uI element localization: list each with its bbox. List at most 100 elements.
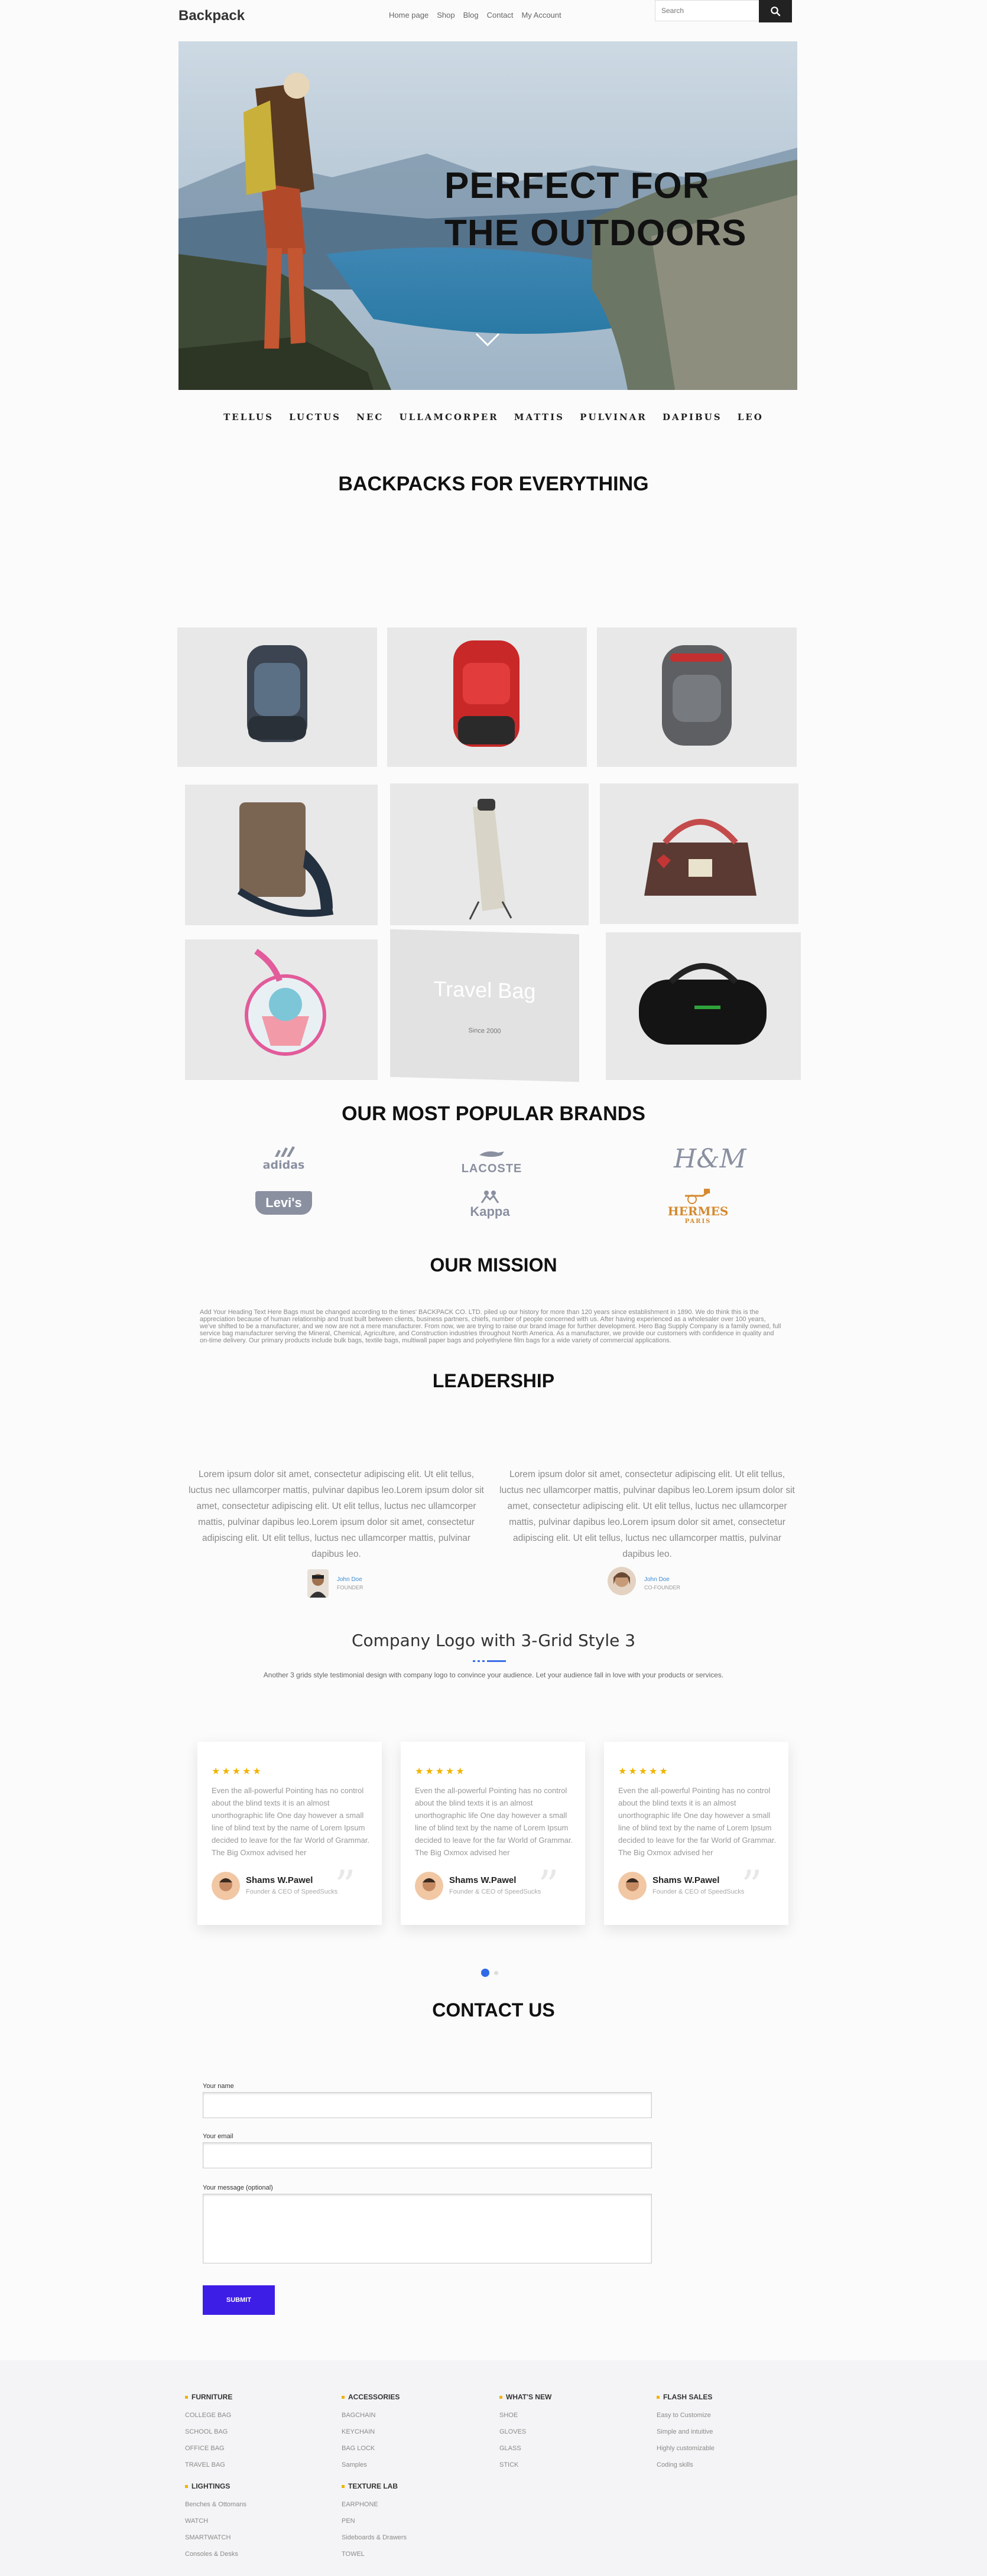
site-logo[interactable]: Backpack [178,8,245,24]
footer-link[interactable]: OFFICE BAG [185,2440,232,2457]
levis-logo[interactable]: Levi's [255,1191,312,1215]
search-icon [771,6,781,17]
adidas-logo[interactable]: adidas [254,1146,313,1172]
nav-home[interactable]: Home page [389,11,428,19]
footer-link[interactable]: PEN [342,2513,407,2529]
nav-blog[interactable]: Blog [463,11,479,19]
leader-2-portrait [608,1567,636,1595]
chevron-down-icon[interactable] [475,332,501,347]
product-tile-golf-bag[interactable] [390,783,589,925]
carousel-dot-active[interactable] [481,1969,489,1977]
footer-heading: ACCESSORIES [342,2393,400,2401]
footer-col-texture-lab: TEXTURE LAB EARPHONE PEN Sideboards & Dr… [342,2482,407,2562]
leader-1-name[interactable]: John Doe [337,1576,362,1583]
footer-link[interactable]: TRAVEL BAG [185,2457,232,2473]
leader-1-text: Lorem ipsum dolor sit amet, consectetur … [189,1469,484,1559]
testimonial-card-1: ★★★★★ Even the all-powerful Pointing has… [197,1742,382,1925]
footer-link[interactable]: Consoles & Desks [185,2546,246,2562]
footer-link[interactable]: EARPHONE [342,2496,407,2513]
messenger-bag-image [237,802,334,917]
message-field[interactable] [203,2194,652,2263]
testimonial-text: Even the all-powerful Pointing has no co… [212,1786,370,1857]
footer-link[interactable]: Sideboards & Drawers [342,2529,407,2546]
reviewer-portrait [212,1872,240,1900]
rating-stars: ★★★★★ [618,1767,670,1777]
footer-link[interactable]: COLLEGE BAG [185,2407,232,2424]
main-nav: Home page Shop Blog Contact My Account [389,11,561,19]
kappa-logo[interactable]: Kappa [463,1190,517,1219]
grey-backpack-image [247,645,307,742]
search-input[interactable] [655,0,759,21]
footer-link[interactable]: BAGCHAIN [342,2407,400,2424]
footer-link[interactable]: Benches & Ottomans [185,2496,246,2513]
footer-link[interactable]: KEYCHAIN [342,2424,400,2440]
testimonial-card-3: ★★★★★ Even the all-powerful Pointing has… [604,1742,788,1925]
adidas-wordmark: adidas [262,1159,305,1172]
leader-2-role: CO-FOUNDER [644,1585,680,1591]
brand-strip-item: NEC [356,412,384,422]
testimonial-avatar [618,1872,647,1900]
product-tile-kids-bag[interactable] [185,939,378,1080]
hero-title-line-2: THE OUTDOORS [444,213,747,253]
footer-link[interactable]: Easy to Customize [657,2407,715,2424]
footer-col-flash-sales: FLASH SALES Easy to Customize Simple and… [657,2393,715,2473]
hm-logo[interactable]: H&M [674,1144,746,1174]
nav-shop[interactable]: Shop [437,11,454,19]
email-field[interactable] [203,2142,652,2168]
product-tile-grey-backpack[interactable] [177,627,377,767]
footer-link[interactable]: SHOE [499,2407,551,2424]
kids-bag-image [245,948,326,1056]
footer-link[interactable]: Coding skills [657,2457,715,2473]
footer-link[interactable]: GLOVES [499,2424,551,2440]
duffel-bag-image [639,963,767,1045]
site-footer: FURNITURE COLLEGE BAG SCHOOL BAG OFFICE … [0,2360,987,2576]
hermes-paris: PARIS [684,1218,712,1225]
testimonial-card-2: ★★★★★ Even the all-powerful Pointing has… [401,1742,585,1925]
rating-stars: ★★★★★ [415,1767,466,1777]
footer-col-furniture: FURNITURE COLLEGE BAG SCHOOL BAG OFFICE … [185,2393,232,2473]
testimonials-title: Company Logo with 3-Grid Style 3 [351,1631,636,1650]
rating-stars: ★★★★★ [212,1767,263,1777]
footer-link[interactable]: Samples [342,2457,400,2473]
footer-link[interactable]: Highly customizable [657,2440,715,2457]
product-tile-charcoal-backpack[interactable] [597,627,797,767]
submit-button[interactable]: SUBMIT [203,2285,275,2315]
hero-title: PERFECT FOR THE OUTDOORS [444,162,746,257]
footer-link[interactable]: Simple and intuitive [657,2424,715,2440]
hermes-logo[interactable]: HERMES PARIS [660,1188,736,1225]
footer-heading: WHAT'S NEW [499,2393,551,2401]
testimonial-role: Founder & CEO of SpeedSucks [246,1888,338,1895]
nav-my-account[interactable]: My Account [521,11,561,19]
leadership-title: LEADERSHIP [432,1370,555,1391]
product-tile-duffel-bag[interactable] [606,932,801,1080]
footer-link[interactable]: GLASS [499,2440,551,2457]
hermes-carriage-icon [685,1189,710,1204]
product-tile-messenger-bag[interactable] [185,785,378,925]
footer-link[interactable]: BAG LOCK [342,2440,400,2457]
leader-1-avatar [307,1569,329,1598]
footer-link[interactable]: WATCH [185,2513,246,2529]
footer-link[interactable]: TOWEL [342,2546,407,2562]
message-label: Your message (optional) [203,2184,273,2191]
name-field[interactable] [203,2092,652,2118]
hero-banner: PERFECT FOR THE OUTDOORS [178,41,797,390]
footer-heading: FLASH SALES [657,2393,715,2401]
testimonial-name: Shams W.Pawel [449,1875,517,1885]
quote-icon: ” [538,1862,559,1910]
lacoste-wordmark: LACOSTE [461,1162,522,1175]
lacoste-logo[interactable]: LACOSTE [450,1149,533,1176]
nav-contact[interactable]: Contact [487,11,514,19]
product-tile-handbag[interactable] [600,783,798,924]
product-tile-red-backpack[interactable] [387,627,587,767]
search-button[interactable] [759,0,792,22]
footer-link[interactable]: STICK [499,2457,551,2473]
kappa-figures-icon [480,1191,499,1204]
leader-2-name[interactable]: John Doe [644,1576,670,1583]
crocodile-icon [479,1151,504,1157]
footer-link[interactable]: SCHOOL BAG [185,2424,232,2440]
brand-strip-item: LEO [737,412,764,422]
travel-bag-promo[interactable]: Travel Bag Since 2000 [390,929,579,1082]
carousel-dot[interactable] [494,1971,498,1975]
footer-link[interactable]: SMARTWATCH [185,2529,246,2546]
brands-title: OUR MOST POPULAR BRANDS [342,1102,645,1125]
